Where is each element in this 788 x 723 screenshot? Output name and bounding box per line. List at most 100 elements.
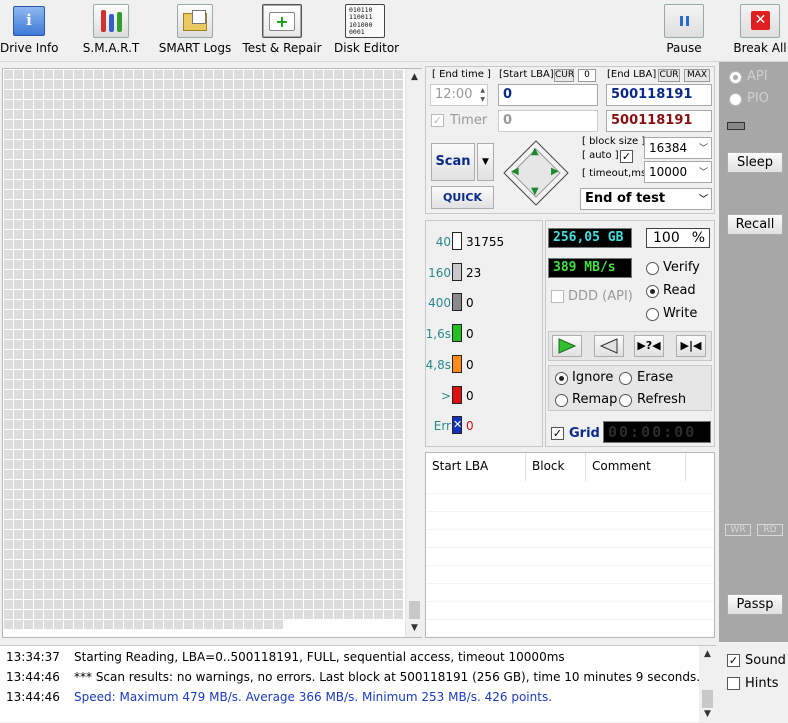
random-seek-icon: ▶?◀ bbox=[637, 339, 661, 352]
arrow-left-icon[interactable]: ◀ bbox=[511, 166, 519, 177]
block-cell bbox=[74, 120, 83, 129]
smart-logs-button[interactable]: SMART Logs bbox=[158, 4, 232, 60]
scan-button[interactable]: Scan bbox=[431, 143, 475, 181]
block-cell bbox=[204, 340, 213, 349]
legend-label: 1,6s bbox=[425, 327, 451, 342]
auto-checkbox[interactable]: ✓ bbox=[620, 150, 633, 163]
sleep-button[interactable]: Sleep bbox=[727, 152, 783, 173]
block-cell bbox=[224, 370, 233, 379]
log-time: 13:34:37 bbox=[6, 650, 60, 664]
block-cell bbox=[354, 610, 363, 619]
grid-checkbox[interactable]: ✓ bbox=[551, 427, 564, 440]
verify-radio[interactable] bbox=[646, 262, 659, 275]
quick-button[interactable]: QUICK bbox=[431, 186, 494, 209]
block-cell bbox=[344, 510, 353, 519]
block-cell bbox=[304, 210, 313, 219]
test-repair-button[interactable]: + Test & Repair bbox=[242, 4, 322, 60]
block-cell bbox=[204, 420, 213, 429]
scan-dropdown-icon[interactable]: ▼ bbox=[477, 143, 494, 181]
end-lba-secondary[interactable]: 500118191 bbox=[606, 110, 712, 132]
erase-radio[interactable] bbox=[619, 372, 632, 385]
log-scroll-down-icon[interactable]: ▼ bbox=[699, 706, 716, 723]
timer-checkbox[interactable]: ✓ bbox=[431, 114, 444, 127]
block-cell bbox=[394, 240, 403, 249]
arrow-down-icon[interactable]: ▼ bbox=[531, 186, 539, 197]
play-forward-button[interactable] bbox=[552, 335, 582, 357]
scroll-down-icon[interactable]: ▼ bbox=[406, 620, 423, 637]
block-cell bbox=[274, 590, 283, 599]
block-size-select[interactable]: 16384 ﹀ bbox=[644, 137, 712, 159]
block-cell bbox=[44, 300, 53, 309]
ignore-radio[interactable] bbox=[555, 372, 568, 385]
arrow-right-icon[interactable]: ▶ bbox=[551, 166, 559, 177]
block-cell bbox=[74, 230, 83, 239]
passp-button[interactable]: Passp bbox=[727, 594, 783, 615]
block-cell bbox=[344, 320, 353, 329]
block-cell bbox=[334, 80, 343, 89]
recall-button[interactable]: Recall bbox=[727, 214, 783, 235]
block-cell bbox=[194, 500, 203, 509]
block-cell bbox=[334, 100, 343, 109]
block-cell bbox=[144, 550, 153, 559]
drive-info-button[interactable]: i Drive Info bbox=[0, 4, 59, 60]
sound-checkbox[interactable]: ✓ bbox=[727, 654, 740, 667]
ddd-checkbox[interactable] bbox=[551, 290, 564, 303]
block-cell bbox=[14, 490, 23, 499]
start-lba-input[interactable]: 0 bbox=[498, 84, 598, 106]
block-cell bbox=[244, 580, 253, 589]
pio-radio[interactable] bbox=[729, 93, 742, 106]
block-cell bbox=[224, 100, 233, 109]
end-lba-input[interactable]: 500118191 bbox=[606, 84, 712, 106]
log-scrollbar[interactable]: ▲ ▼ bbox=[699, 646, 716, 723]
end-action-select[interactable]: End of test ﹀ bbox=[580, 188, 712, 210]
col-block[interactable]: Block bbox=[526, 453, 586, 481]
block-cell bbox=[184, 310, 193, 319]
block-cell bbox=[334, 400, 343, 409]
block-cell bbox=[94, 280, 103, 289]
hints-checkbox[interactable] bbox=[727, 677, 740, 690]
block-cell bbox=[164, 130, 173, 139]
block-cell bbox=[294, 420, 303, 429]
api-radio[interactable] bbox=[729, 71, 742, 84]
block-cell bbox=[304, 540, 313, 549]
map-scroll-thumb[interactable] bbox=[409, 601, 420, 619]
break-all-button[interactable]: ✕ Break All bbox=[732, 4, 788, 60]
end-lba-max-tag[interactable]: MAX bbox=[684, 69, 710, 82]
col-start-lba[interactable]: Start LBA bbox=[426, 453, 526, 481]
disk-editor-button[interactable]: 010110 110011 101000 0001 Disk Editor bbox=[334, 4, 399, 60]
random-seek-button[interactable]: ▶?◀ bbox=[634, 335, 664, 357]
block-cell bbox=[174, 500, 183, 509]
butterfly-seek-button[interactable]: ▶|◀ bbox=[676, 335, 706, 357]
block-cell bbox=[184, 480, 193, 489]
direction-pad[interactable]: ▲ ▼ ◀ ▶ bbox=[503, 140, 569, 206]
scroll-up-icon[interactable]: ▲ bbox=[406, 69, 423, 86]
smart-button[interactable]: S.M.A.R.T bbox=[80, 4, 142, 60]
block-cell bbox=[214, 520, 223, 529]
play-backward-button[interactable] bbox=[594, 335, 624, 357]
read-radio[interactable] bbox=[646, 285, 659, 298]
map-scrollbar[interactable]: ▲ ▼ bbox=[405, 69, 422, 637]
pause-button[interactable]: Pause bbox=[662, 4, 706, 60]
end-time-input[interactable]: 12:00 ▲ ▼ bbox=[430, 84, 488, 106]
end-lba-cur-tag[interactable]: CUR bbox=[658, 69, 680, 82]
block-cell bbox=[164, 620, 173, 629]
arrow-up-icon[interactable]: ▲ bbox=[531, 146, 539, 157]
block-cell bbox=[164, 170, 173, 179]
start-lba-cur-tag[interactable]: CUR bbox=[554, 69, 574, 82]
timer-input[interactable]: 0 bbox=[498, 110, 598, 132]
log-scroll-up-icon[interactable]: ▲ bbox=[699, 646, 716, 663]
block-cell bbox=[224, 90, 233, 99]
block-cell bbox=[94, 520, 103, 529]
col-comment[interactable]: Comment bbox=[586, 453, 686, 481]
block-cell bbox=[34, 200, 43, 209]
block-cell bbox=[44, 520, 53, 529]
block-cell bbox=[164, 120, 173, 129]
write-radio[interactable] bbox=[646, 308, 659, 321]
block-cell bbox=[204, 90, 213, 99]
timeout-select[interactable]: 10000 ﹀ bbox=[644, 161, 712, 183]
block-cell bbox=[374, 420, 383, 429]
remap-radio[interactable] bbox=[555, 394, 568, 407]
block-cell bbox=[134, 380, 143, 389]
refresh-radio[interactable] bbox=[619, 394, 632, 407]
block-cell bbox=[234, 330, 243, 339]
